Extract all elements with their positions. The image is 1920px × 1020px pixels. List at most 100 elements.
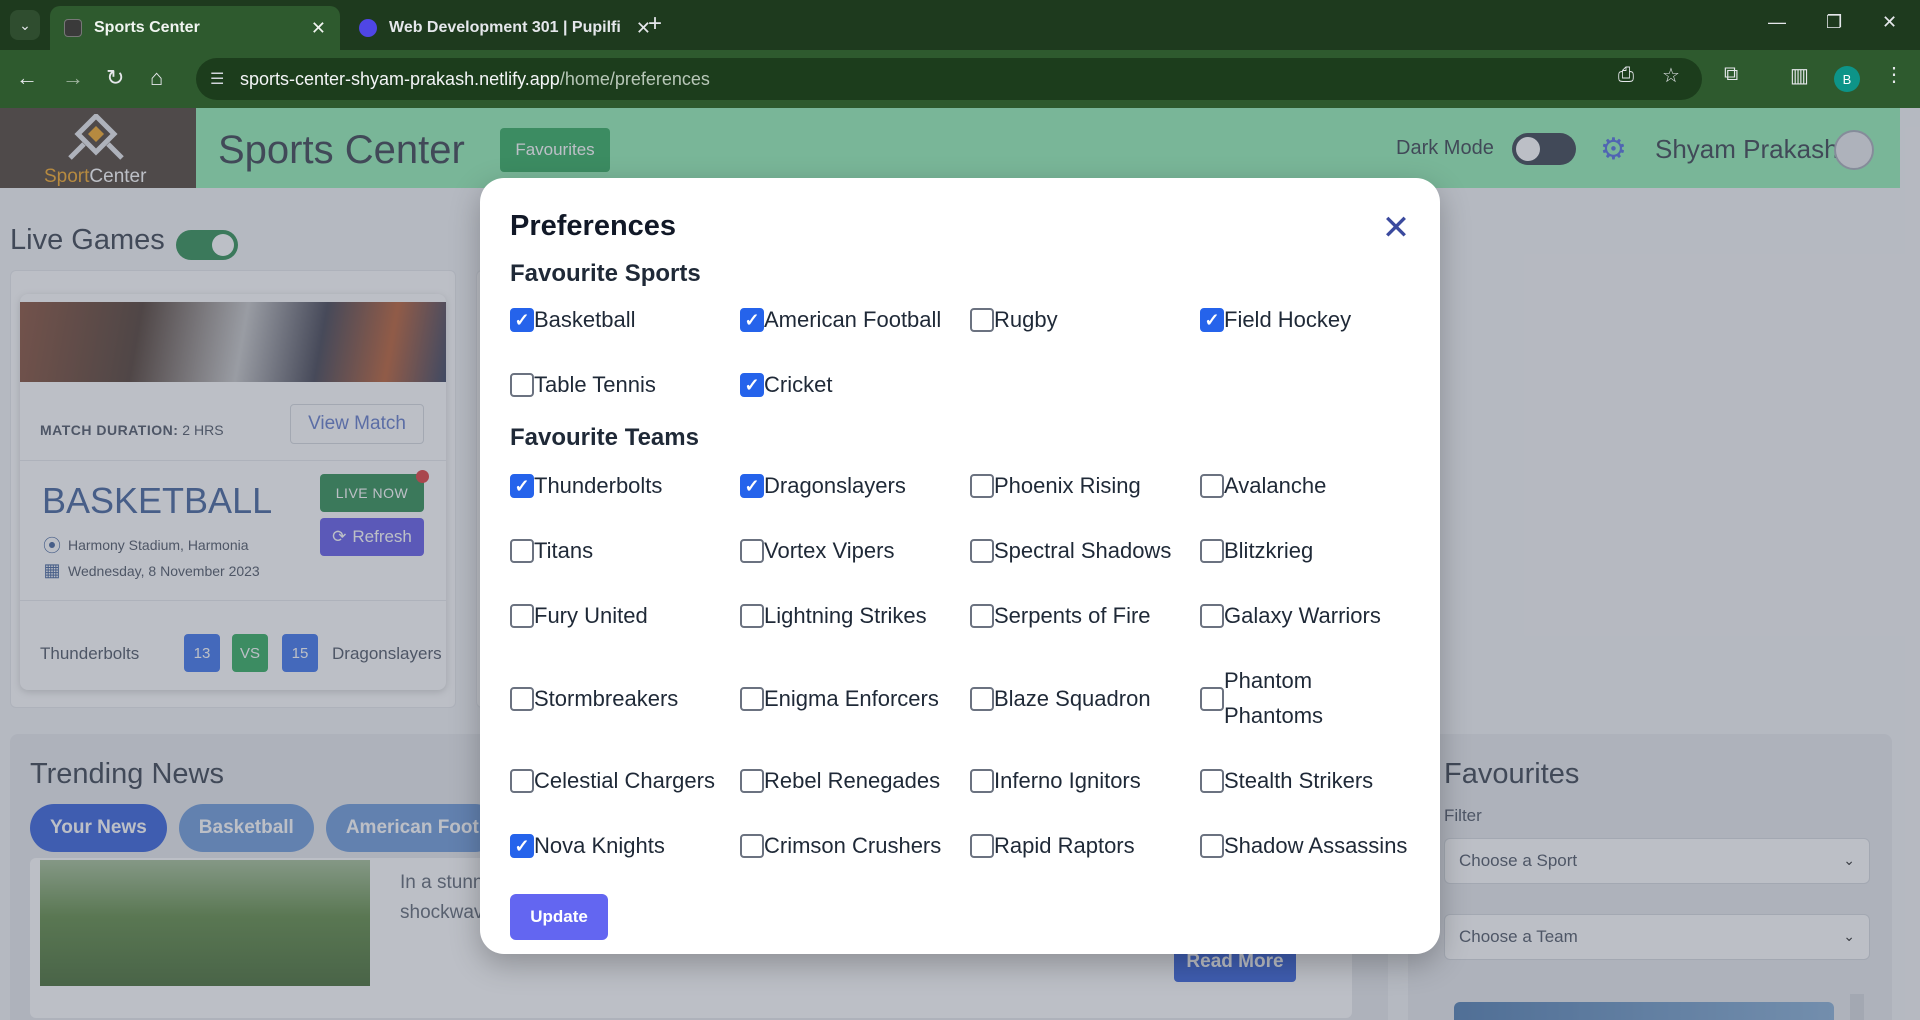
team-option[interactable]: Blaze Squadron xyxy=(970,681,1180,716)
update-button[interactable]: Update xyxy=(510,894,608,940)
checkbox-icon[interactable] xyxy=(970,687,994,711)
home-icon[interactable]: ⌂ xyxy=(150,65,163,91)
install-app-icon[interactable]: ⎙ xyxy=(1618,64,1634,87)
url-host: sports-center-shyam-prakash.netlify.app xyxy=(240,68,560,89)
sport-option[interactable]: ✓ Cricket xyxy=(740,367,950,402)
team-option[interactable]: Fury United xyxy=(510,598,720,633)
close-window-icon[interactable]: ✕ xyxy=(1882,12,1897,33)
checkbox-icon[interactable] xyxy=(970,474,994,498)
favourite-sports-title: Favourite Sports xyxy=(510,260,701,287)
checkbox-icon[interactable] xyxy=(1200,769,1224,793)
team-option[interactable]: ✓ Nova Knights xyxy=(510,828,720,863)
team-label: Phantom Phantoms xyxy=(1224,668,1324,728)
sport-label: Table Tennis xyxy=(534,372,656,397)
team-label: Stormbreakers xyxy=(534,686,679,711)
bookmark-star-icon[interactable]: ☆ xyxy=(1662,63,1680,88)
team-label: Galaxy Warriors xyxy=(1224,603,1381,628)
tab-title: Sports Center xyxy=(94,19,200,36)
browser-tab-web-dev[interactable]: Web Development 301 | Pupilfi ✕ xyxy=(345,6,665,50)
checkbox-icon[interactable] xyxy=(510,769,534,793)
team-label: Rapid Raptors xyxy=(994,833,1135,858)
team-option[interactable]: Stormbreakers xyxy=(510,681,720,716)
team-option[interactable]: Lightning Strikes xyxy=(740,598,950,633)
checkbox-checked-icon[interactable]: ✓ xyxy=(510,834,534,858)
sport-option[interactable]: Table Tennis xyxy=(510,367,720,402)
sport-label: Cricket xyxy=(764,372,833,397)
checkbox-icon[interactable] xyxy=(510,687,534,711)
team-option[interactable]: Blitzkrieg xyxy=(1200,533,1410,568)
checkbox-icon[interactable] xyxy=(1200,539,1224,563)
team-option[interactable]: ✓ Thunderbolts xyxy=(510,468,720,503)
team-option[interactable]: ✓ Dragonslayers xyxy=(740,468,950,503)
team-option[interactable]: Stealth Strikers xyxy=(1200,763,1410,798)
new-tab-icon[interactable]: + xyxy=(648,10,662,38)
team-label: Nova Knights xyxy=(534,833,665,858)
address-bar[interactable]: ☰ sports-center-shyam-prakash.netlify.ap… xyxy=(196,58,1702,100)
sport-option[interactable]: Rugby xyxy=(970,302,1180,337)
checkbox-checked-icon[interactable]: ✓ xyxy=(510,308,534,332)
checkbox-checked-icon[interactable]: ✓ xyxy=(1200,308,1224,332)
sport-label: Field Hockey xyxy=(1224,307,1352,332)
checkbox-checked-icon[interactable]: ✓ xyxy=(510,474,534,498)
team-label: Inferno Ignitors xyxy=(994,768,1141,793)
checkbox-checked-icon[interactable]: ✓ xyxy=(740,474,764,498)
checkbox-icon[interactable] xyxy=(740,834,764,858)
back-icon[interactable]: ← xyxy=(16,65,38,91)
sport-option[interactable]: ✓ Basketball xyxy=(510,302,720,337)
checkbox-icon[interactable] xyxy=(740,769,764,793)
team-option[interactable]: Phantom Phantoms xyxy=(1200,663,1340,733)
checkbox-icon[interactable] xyxy=(740,604,764,628)
checkbox-icon[interactable] xyxy=(1200,604,1224,628)
checkbox-icon[interactable] xyxy=(1200,687,1224,711)
team-option[interactable]: Galaxy Warriors xyxy=(1200,598,1410,633)
checkbox-icon[interactable] xyxy=(970,308,994,332)
team-option[interactable]: Phoenix Rising xyxy=(970,468,1180,503)
favourite-teams-title: Favourite Teams xyxy=(510,424,699,451)
team-option[interactable]: Rapid Raptors xyxy=(970,828,1180,863)
team-option[interactable]: Titans xyxy=(510,533,720,568)
team-label: Stealth Strikers xyxy=(1224,768,1374,793)
browser-tab-sports-center[interactable]: Sports Center ✕ xyxy=(50,6,340,50)
team-option[interactable]: Vortex Vipers xyxy=(740,533,950,568)
team-option[interactable]: Avalanche xyxy=(1200,468,1410,503)
team-option[interactable]: Serpents of Fire xyxy=(970,598,1180,633)
team-label: Fury United xyxy=(534,603,648,628)
sport-option[interactable]: ✓ American Football xyxy=(740,302,950,337)
checkbox-icon[interactable] xyxy=(970,769,994,793)
team-option[interactable]: Enigma Enforcers xyxy=(740,681,950,716)
checkbox-icon[interactable] xyxy=(510,373,534,397)
minimize-icon[interactable]: — xyxy=(1768,12,1786,33)
team-option[interactable]: Crimson Crushers xyxy=(740,828,950,863)
forward-icon[interactable]: → xyxy=(62,65,84,91)
site-info-icon[interactable]: ☰ xyxy=(210,69,224,89)
checkbox-icon[interactable] xyxy=(740,687,764,711)
profile-avatar[interactable]: B xyxy=(1834,66,1860,92)
team-label: Serpents of Fire xyxy=(994,603,1151,628)
close-icon[interactable]: ✕ xyxy=(1376,208,1416,248)
checkbox-icon[interactable] xyxy=(970,604,994,628)
checkbox-icon[interactable] xyxy=(970,539,994,563)
extensions-icon[interactable]: ⧉ xyxy=(1724,63,1738,86)
team-option[interactable]: Rebel Renegades xyxy=(740,763,950,798)
checkbox-checked-icon[interactable]: ✓ xyxy=(740,373,764,397)
checkbox-icon[interactable] xyxy=(510,604,534,628)
team-option[interactable]: Shadow Assassins xyxy=(1200,828,1410,863)
more-menu-icon[interactable]: ⋮ xyxy=(1884,62,1904,87)
checkbox-icon[interactable] xyxy=(1200,474,1224,498)
team-option[interactable]: Spectral Shadows xyxy=(970,533,1180,568)
checkbox-icon[interactable] xyxy=(1200,834,1224,858)
restore-icon[interactable]: ❐ xyxy=(1826,12,1842,33)
team-option[interactable]: Inferno Ignitors xyxy=(970,763,1180,798)
team-label: Rebel Renegades xyxy=(764,768,941,793)
sport-option[interactable]: ✓ Field Hockey xyxy=(1200,302,1410,337)
checkbox-icon[interactable] xyxy=(740,539,764,563)
side-panel-icon[interactable]: ▥ xyxy=(1790,63,1809,88)
checkbox-checked-icon[interactable]: ✓ xyxy=(740,308,764,332)
checkbox-icon[interactable] xyxy=(510,539,534,563)
reload-icon[interactable]: ↻ xyxy=(106,65,124,91)
tab-search-button[interactable]: ⌄ xyxy=(10,10,40,40)
team-option[interactable]: Celestial Chargers xyxy=(510,763,720,798)
checkbox-icon[interactable] xyxy=(970,834,994,858)
close-tab-icon[interactable]: ✕ xyxy=(311,18,326,39)
team-label: Spectral Shadows xyxy=(994,538,1172,563)
